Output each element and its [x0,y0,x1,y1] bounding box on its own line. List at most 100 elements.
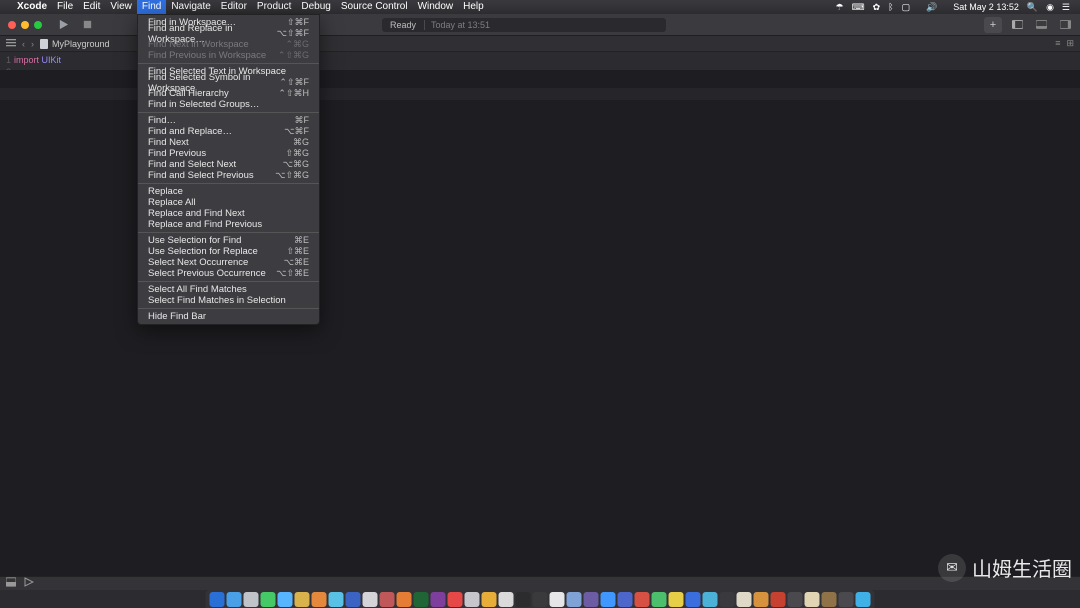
find-menu-item[interactable]: Select Find Matches in Selection [138,295,319,306]
find-menu-item[interactable]: Replace and Find Next [138,208,319,219]
find-menu-item[interactable]: Find and Select Previous⌥⇧⌘G [138,170,319,181]
dock-app-icon[interactable] [329,592,344,607]
close-window-button[interactable] [8,21,16,29]
dock-app-icon[interactable] [788,592,803,607]
sound-icon[interactable]: 🔊 [926,2,937,13]
dock-app-icon[interactable] [686,592,701,607]
find-menu-item[interactable]: Hide Find Bar [138,311,319,322]
dock-app-icon[interactable] [431,592,446,607]
dock-app-icon[interactable] [516,592,531,607]
find-menu-item[interactable]: Find Call Hierarchy⌃⇧⌘H [138,88,319,99]
dock-app-icon[interactable] [567,592,582,607]
find-menu-item[interactable]: Replace All [138,197,319,208]
dock-app-icon[interactable] [210,592,225,607]
find-menu-item[interactable]: Replace [138,186,319,197]
dock-app-icon[interactable] [380,592,395,607]
dock-app-icon[interactable] [499,592,514,607]
bluetooth-icon[interactable]: ᛒ [888,2,893,12]
airplay-icon[interactable]: ▢ [902,2,911,13]
dock-app-icon[interactable] [533,592,548,607]
menu-window[interactable]: Window [413,0,459,14]
dock-app-icon[interactable] [737,592,752,607]
dock-app-icon[interactable] [771,592,786,607]
dock-app-icon[interactable] [805,592,820,607]
menu-edit[interactable]: Edit [78,0,105,14]
zoom-window-button[interactable] [34,21,42,29]
nav-forward-button[interactable]: › [31,39,34,49]
find-menu-item[interactable]: Use Selection for Find⌘E [138,235,319,246]
editor-options-icon[interactable]: ≡ [1055,38,1060,49]
menu-navigate[interactable]: Navigate [166,0,215,14]
dock-app-icon[interactable] [669,592,684,607]
menu-editor[interactable]: Editor [216,0,252,14]
library-add-button[interactable]: + [984,17,1002,33]
breadcrumb[interactable]: MyPlayground [40,39,110,49]
find-menu-item[interactable]: Find and Select Next⌥⌘G [138,159,319,170]
dock-app-icon[interactable] [346,592,361,607]
dock-app-icon[interactable] [584,592,599,607]
dock-app-icon[interactable] [227,592,242,607]
siri-icon[interactable]: ◉ [1046,2,1054,13]
dock-app-icon[interactable] [482,592,497,607]
clock-text[interactable]: Sat May 2 13:52 [953,2,1019,12]
find-menu-item[interactable]: Select Next Occurrence⌥⌘E [138,257,319,268]
menu-xcode[interactable]: Xcode [12,0,52,14]
dock-app-icon[interactable] [856,592,871,607]
find-menu-item[interactable]: Find Next⌘G [138,137,319,148]
dock-app-icon[interactable] [618,592,633,607]
find-menu-item-label: Replace and Find Previous [148,219,309,230]
dock-app-icon[interactable] [261,592,276,607]
dock-app-icon[interactable] [703,592,718,607]
find-menu-item[interactable]: Find and Replace in Workspace…⌥⇧⌘F [138,28,319,39]
related-items-icon[interactable] [6,39,16,49]
menu-view[interactable]: View [105,0,137,14]
dock-app-icon[interactable] [720,592,735,607]
toggle-right-panel-button[interactable] [1056,17,1074,33]
dock-app-icon[interactable] [635,592,650,607]
minimize-window-button[interactable] [21,21,29,29]
find-menu-item[interactable]: Find Selected Symbol in Workspace⌃⇧⌘F [138,77,319,88]
spotlight-icon[interactable]: 🔍 [1027,2,1038,13]
dock-app-icon[interactable] [550,592,565,607]
continue-icon[interactable] [24,577,34,590]
nav-back-button[interactable]: ‹ [22,39,25,49]
dock-app-icon[interactable] [448,592,463,607]
dock-app-icon[interactable] [465,592,480,607]
find-menu-item[interactable]: Find and Replace…⌥⌘F [138,126,319,137]
find-menu-item[interactable]: Find…⌘F [138,115,319,126]
find-menu-item[interactable]: Use Selection for Replace⇧⌘E [138,246,319,257]
dock-app-icon[interactable] [822,592,837,607]
dock-app-icon[interactable] [601,592,616,607]
menu-separator [138,308,319,309]
find-menu-item[interactable]: Find in Selected Groups… [138,99,319,110]
dock-app-icon[interactable] [278,592,293,607]
stop-button[interactable] [78,17,96,33]
dock-app-icon[interactable] [244,592,259,607]
toggle-bottom-panel-button[interactable] [1032,17,1050,33]
keyboard-input-icon[interactable]: ⌨ [852,2,865,13]
notifications-icon[interactable]: ☰ [1062,2,1070,13]
dock-app-icon[interactable] [414,592,429,607]
toggle-left-panel-button[interactable] [1008,17,1026,33]
dock-app-icon[interactable] [839,592,854,607]
dock-app-icon[interactable] [652,592,667,607]
menu-separator [138,281,319,282]
find-menu-item[interactable]: Replace and Find Previous [138,219,319,230]
run-button[interactable] [54,17,72,33]
menu-product[interactable]: Product [252,0,296,14]
adjust-editor-icon[interactable]: ⊞ [1066,38,1074,49]
dock-app-icon[interactable] [754,592,769,607]
dock-app-icon[interactable] [397,592,412,607]
find-menu-item[interactable]: Find Previous⇧⌘G [138,148,319,159]
menu-help[interactable]: Help [458,0,489,14]
menu-debug[interactable]: Debug [296,0,335,14]
dock-app-icon[interactable] [363,592,378,607]
debug-view-icon[interactable] [6,577,16,590]
dock-app-icon[interactable] [312,592,327,607]
find-menu-item[interactable]: Select Previous Occurrence⌥⇧⌘E [138,268,319,279]
find-menu-item[interactable]: Select All Find Matches [138,284,319,295]
menu-source-control[interactable]: Source Control [336,0,413,14]
dock-app-icon[interactable] [295,592,310,607]
menu-file[interactable]: File [52,0,78,14]
menu-find[interactable]: Find [137,0,166,14]
